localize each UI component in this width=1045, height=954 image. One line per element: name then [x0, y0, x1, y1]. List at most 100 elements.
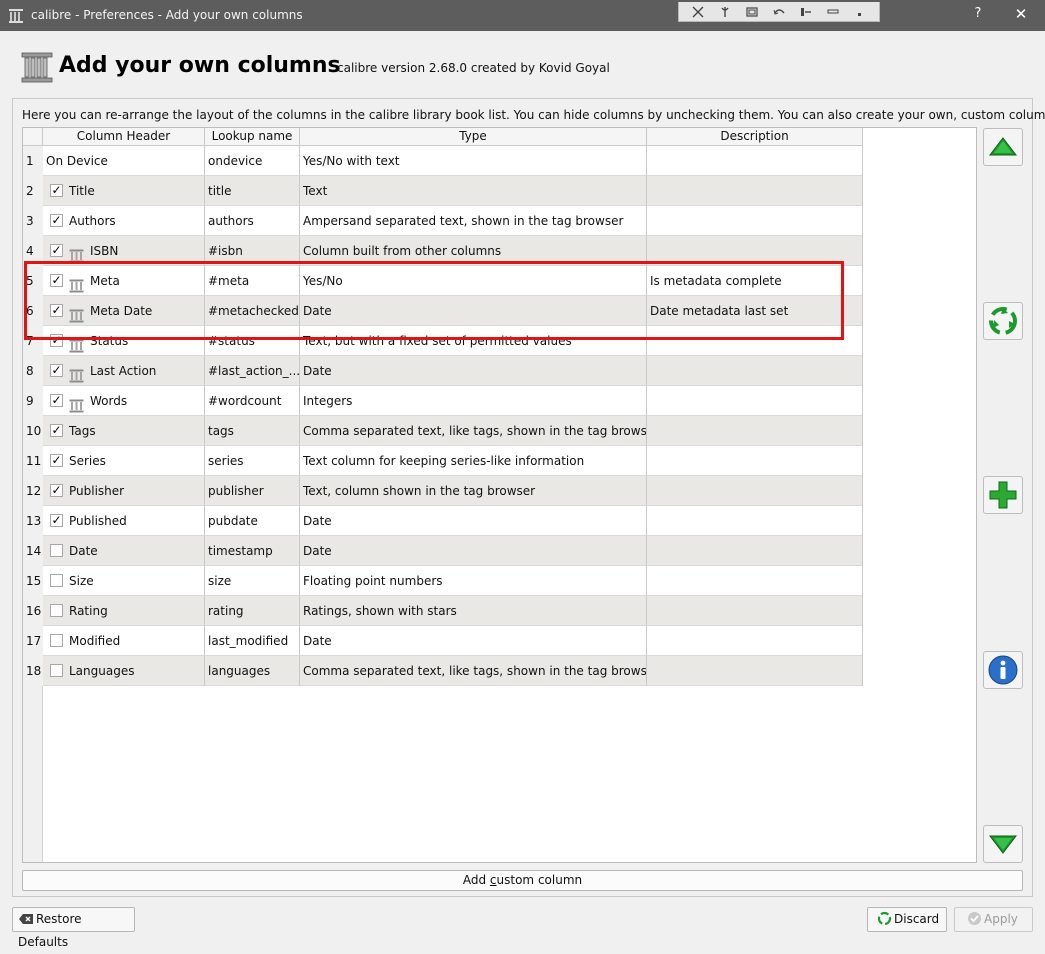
- cell-lookup-name[interactable]: pubdate: [205, 506, 300, 536]
- apply-button[interactable]: Apply: [954, 907, 1033, 932]
- cell-column-header[interactable]: ✓ Title: [43, 176, 205, 206]
- cell-lookup-name[interactable]: tags: [205, 416, 300, 446]
- cell-type[interactable]: Yes/No: [300, 266, 647, 296]
- table-row[interactable]: 18 Languages languages Comma separated text…: [23, 656, 863, 686]
- cell-type[interactable]: Yes/No with text: [300, 146, 647, 176]
- cell-lookup-name[interactable]: ondevice: [205, 146, 300, 176]
- cell-type[interactable]: Text: [300, 176, 647, 206]
- cell-column-header[interactable]: Modified: [43, 626, 205, 656]
- cell-description[interactable]: [647, 356, 863, 386]
- table-row[interactable]: 1 On Device ondevice Yes/No with text: [23, 146, 863, 176]
- visibility-checkbox[interactable]: ✓: [50, 214, 63, 227]
- move-down-button[interactable]: [983, 825, 1023, 863]
- header-lookup-name[interactable]: Lookup name: [205, 128, 300, 146]
- cell-column-header[interactable]: ✓ Meta Date: [43, 296, 205, 326]
- cell-column-header[interactable]: On Device: [43, 146, 205, 176]
- visibility-checkbox[interactable]: ✓: [50, 244, 63, 257]
- cell-description[interactable]: [647, 596, 863, 626]
- cell-type[interactable]: Date: [300, 356, 647, 386]
- cell-lookup-name[interactable]: last_modified: [205, 626, 300, 656]
- header-description[interactable]: Description: [647, 128, 863, 146]
- cell-column-header[interactable]: ✓ Last Action: [43, 356, 205, 386]
- table-row[interactable]: 12 ✓ Publisher publisher Text, column shown …: [23, 476, 863, 506]
- cell-description[interactable]: [647, 416, 863, 446]
- cell-description[interactable]: [647, 326, 863, 356]
- cell-lookup-name[interactable]: #last_action_...: [205, 356, 300, 386]
- cell-lookup-name[interactable]: rating: [205, 596, 300, 626]
- cell-description[interactable]: [647, 566, 863, 596]
- cell-description[interactable]: [647, 386, 863, 416]
- header-type[interactable]: Type: [300, 128, 647, 146]
- table-row[interactable]: 17 Modified last_modified Date: [23, 626, 863, 656]
- cell-type[interactable]: Integers: [300, 386, 647, 416]
- add-custom-column-button[interactable]: Add custom column: [22, 870, 1023, 891]
- table-row[interactable]: 7 ✓ Status #status Text, but with a fixed se…: [23, 326, 863, 356]
- cell-type[interactable]: Floating point numbers: [300, 566, 647, 596]
- cell-description[interactable]: [647, 656, 863, 686]
- cell-column-header[interactable]: ✓ Authors: [43, 206, 205, 236]
- table-row[interactable]: 13 ✓ Published pubdate Date: [23, 506, 863, 536]
- cell-description[interactable]: [647, 536, 863, 566]
- visibility-checkbox[interactable]: [50, 604, 63, 617]
- visibility-checkbox[interactable]: [50, 664, 63, 677]
- pin-icon[interactable]: [689, 5, 707, 19]
- visibility-checkbox[interactable]: ✓: [50, 424, 63, 437]
- close-icon[interactable]: ✕: [1012, 5, 1030, 23]
- cell-description[interactable]: [647, 236, 863, 266]
- cell-type[interactable]: Ratings, shown with stars: [300, 596, 647, 626]
- cell-column-header[interactable]: Languages: [43, 656, 205, 686]
- visibility-checkbox[interactable]: ✓: [50, 484, 63, 497]
- table-row[interactable]: 16 Rating rating Ratings, shown with stars: [23, 596, 863, 626]
- table-row[interactable]: 15 Size size Floating point numbers: [23, 566, 863, 596]
- minimize-bar-icon[interactable]: [824, 5, 842, 19]
- discard-button[interactable]: Discard: [867, 907, 947, 932]
- table-row[interactable]: 2 ✓ Title title Text: [23, 176, 863, 206]
- dot-icon[interactable]: [850, 5, 868, 19]
- visibility-checkbox[interactable]: ✓: [50, 184, 63, 197]
- table-row[interactable]: 14 Date timestamp Date: [23, 536, 863, 566]
- cell-lookup-name[interactable]: #wordcount: [205, 386, 300, 416]
- cell-lookup-name[interactable]: authors: [205, 206, 300, 236]
- wrench-icon[interactable]: [716, 5, 734, 19]
- split-icon[interactable]: [797, 5, 815, 19]
- cell-type[interactable]: Date: [300, 536, 647, 566]
- cell-column-header[interactable]: ✓ Meta: [43, 266, 205, 296]
- cell-type[interactable]: Comma separated text, like tags, shown i…: [300, 656, 647, 686]
- cell-type[interactable]: Text, but with a fixed set of permitted …: [300, 326, 647, 356]
- cell-column-header[interactable]: ✓ Publisher: [43, 476, 205, 506]
- cell-description[interactable]: [647, 506, 863, 536]
- cell-column-header[interactable]: Date: [43, 536, 205, 566]
- cell-type[interactable]: Ampersand separated text, shown in the t…: [300, 206, 647, 236]
- table-row[interactable]: 9 ✓ Words #wordcount Integers: [23, 386, 863, 416]
- cell-column-header[interactable]: Size: [43, 566, 205, 596]
- cell-type[interactable]: Date: [300, 506, 647, 536]
- cell-description[interactable]: [647, 476, 863, 506]
- cell-column-header[interactable]: ✓ Series: [43, 446, 205, 476]
- cell-lookup-name[interactable]: timestamp: [205, 536, 300, 566]
- cell-lookup-name[interactable]: #metachecked: [205, 296, 300, 326]
- remove-column-button[interactable]: [983, 302, 1023, 340]
- cell-lookup-name[interactable]: publisher: [205, 476, 300, 506]
- cell-lookup-name[interactable]: #meta: [205, 266, 300, 296]
- table-row[interactable]: 11 ✓ Series series Text column for keeping s…: [23, 446, 863, 476]
- cell-description[interactable]: [647, 626, 863, 656]
- table-row[interactable]: 3 ✓ Authors authors Ampersand separated text…: [23, 206, 863, 236]
- help-button[interactable]: ?: [970, 6, 986, 21]
- cell-lookup-name[interactable]: size: [205, 566, 300, 596]
- cell-column-header[interactable]: ✓ Status: [43, 326, 205, 356]
- cell-description[interactable]: [647, 146, 863, 176]
- visibility-checkbox[interactable]: [50, 634, 63, 647]
- cell-column-header[interactable]: Rating: [43, 596, 205, 626]
- visibility-checkbox[interactable]: ✓: [50, 334, 63, 347]
- visibility-checkbox[interactable]: ✓: [50, 514, 63, 527]
- visibility-checkbox[interactable]: [50, 544, 63, 557]
- cell-lookup-name[interactable]: #isbn: [205, 236, 300, 266]
- undo-icon[interactable]: [770, 5, 788, 19]
- visibility-checkbox[interactable]: ✓: [50, 274, 63, 287]
- cell-lookup-name[interactable]: #status: [205, 326, 300, 356]
- cell-lookup-name[interactable]: title: [205, 176, 300, 206]
- cell-type[interactable]: Date: [300, 626, 647, 656]
- info-button[interactable]: [983, 651, 1023, 689]
- cell-lookup-name[interactable]: languages: [205, 656, 300, 686]
- cell-column-header[interactable]: ✓ ISBN: [43, 236, 205, 266]
